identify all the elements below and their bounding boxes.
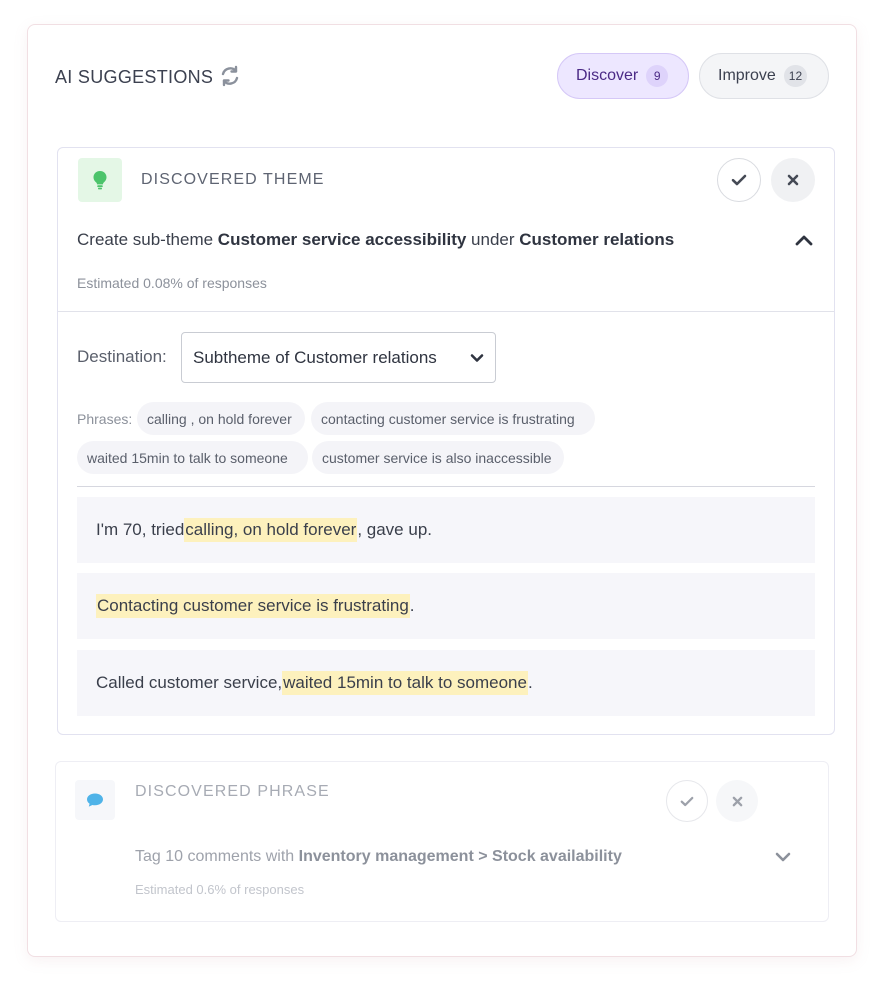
phrase-estimate: Estimated 0.6% of responses	[135, 882, 305, 897]
destination-label: Destination:	[77, 347, 167, 366]
tab-discover[interactable]: Discover 9	[557, 53, 689, 99]
tab-improve-label: Improve	[718, 67, 776, 84]
tab-discover-count: 9	[646, 65, 669, 87]
accept-phrase-button[interactable]	[666, 780, 708, 822]
quote-item: Contacting customer service is frustrati…	[77, 573, 815, 639]
suggested-theme-name: Customer service accessibility	[217, 230, 467, 249]
discovered-theme-card: DISCOVERED THEME Create sub-theme Custom…	[57, 147, 835, 735]
accept-theme-button[interactable]	[717, 158, 761, 202]
theme-suggestion-text: Create sub-theme Customer service access…	[77, 230, 674, 250]
phrase-suggestion-prefix: Tag 10 comments with	[135, 848, 299, 865]
collapse-chevron-up-icon[interactable]	[794, 232, 814, 248]
refresh-icon[interactable]	[220, 65, 240, 87]
phrase-suggestion-text: Tag 10 comments with Inventory managemen…	[135, 848, 622, 866]
quote-highlight: calling, on hold forever	[184, 518, 358, 542]
quote-text: I'm 70, tried	[96, 520, 185, 539]
quote-text: , gave up.	[357, 520, 432, 539]
tab-discover-label: Discover	[576, 67, 639, 84]
quote-highlight: waited 15min to talk to someone	[282, 671, 528, 695]
phrase-target-theme: Inventory management > Stock availabilit…	[298, 848, 622, 865]
reject-phrase-button[interactable]	[716, 780, 758, 822]
reject-theme-button[interactable]	[771, 158, 815, 202]
chat-bubble-icon	[75, 780, 115, 820]
card-label-theme: DISCOVERED THEME	[141, 171, 325, 188]
destination-value: Subtheme of Customer relations	[193, 347, 437, 367]
suggestion-middle: under	[466, 230, 520, 249]
discovered-phrase-card: DISCOVERED PHRASE Tag 10 comments with I…	[55, 761, 829, 922]
tab-improve[interactable]: Improve 12	[699, 53, 829, 99]
theme-estimate: Estimated 0.08% of responses	[77, 275, 267, 291]
ai-suggestions-panel: AI SUGGESTIONS Discover 9 Improve 12 DIS…	[27, 24, 857, 957]
suggestion-prefix: Create sub-theme	[77, 230, 218, 249]
phrase-chip[interactable]: waited 15min to talk to someone	[77, 441, 308, 474]
parent-theme-name: Customer relations	[519, 230, 675, 249]
phrase-chip[interactable]: customer service is also inaccessible	[312, 441, 564, 474]
quote-highlight: Contacting customer service is frustrati…	[96, 594, 410, 618]
phrase-chip[interactable]: contacting customer service is frustrati…	[311, 402, 595, 435]
quote-item: I'm 70, tried calling, on hold forever, …	[77, 497, 815, 563]
panel-title: AI SUGGESTIONS	[55, 67, 214, 87]
close-icon	[732, 796, 742, 806]
lightbulb-icon	[78, 158, 122, 202]
tab-improve-count: 12	[783, 65, 808, 87]
expand-chevron-down-icon[interactable]	[774, 850, 792, 864]
destination-select[interactable]: Subtheme of Customer relations	[181, 332, 496, 383]
phrases-label: Phrases:	[77, 411, 133, 427]
check-icon	[731, 174, 747, 186]
close-icon	[787, 174, 799, 186]
chevron-down-icon	[469, 350, 485, 366]
quote-text: .	[527, 673, 533, 692]
quote-item: Called customer service, waited 15min to…	[77, 650, 815, 716]
divider	[58, 311, 834, 312]
card-label-phrase: DISCOVERED PHRASE	[135, 783, 330, 800]
divider	[77, 486, 815, 487]
quote-text: Called customer service,	[96, 673, 283, 692]
check-icon	[680, 796, 694, 806]
quote-text: .	[409, 596, 415, 615]
phrase-chip[interactable]: calling , on hold forever	[137, 402, 305, 435]
